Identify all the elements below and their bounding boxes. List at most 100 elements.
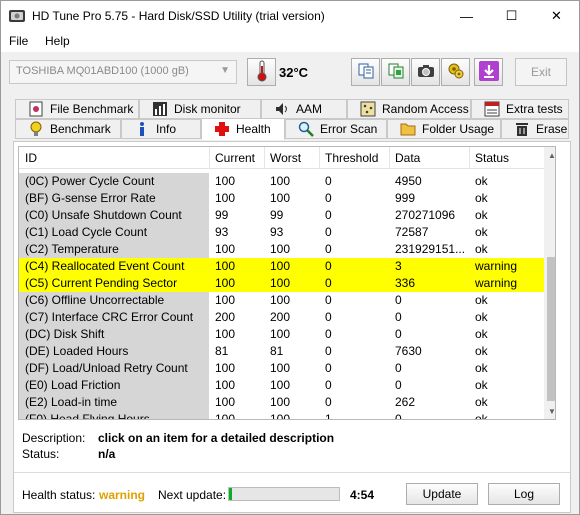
tab-file-benchmark[interactable]: File Benchmark [15, 99, 139, 119]
column-status[interactable]: Status [475, 151, 509, 165]
cell-threshold: 0 [325, 378, 332, 392]
drive-select-value: TOSHIBA MQ01ABD100 (1000 gB) [16, 65, 189, 77]
close-button[interactable]: ✕ [534, 1, 579, 31]
options-button[interactable] [441, 58, 470, 86]
table-row[interactable]: (E2) Load-in time 100 100 0 262 ok [19, 394, 544, 411]
cell-current: 100 [215, 327, 236, 341]
cell-current: 100 [215, 174, 236, 188]
table-row[interactable]: (C1) Load Cycle Count 93 93 0 72587 ok [19, 224, 544, 241]
scroll-down-icon[interactable]: ▼ [544, 403, 555, 419]
column-current[interactable]: Current [215, 151, 255, 165]
tab-disk-monitor[interactable]: Disk monitor [139, 99, 261, 119]
table-row[interactable]: (C0) Unsafe Shutdown Count 99 99 0 270271096… [19, 207, 544, 224]
tab-extra-tests[interactable]: Extra tests [471, 99, 569, 119]
column-divider[interactable] [264, 147, 265, 169]
table-row[interactable]: (C5) Current Pending Sector 100 100 0 336 war… [19, 275, 544, 292]
tab-error-scan[interactable]: Error Scan [285, 119, 387, 139]
column-threshold[interactable]: Threshold [325, 151, 378, 165]
table-row[interactable]: (C4) Reallocated Event Count 100 100 0 3 warn… [19, 258, 544, 275]
cell-data: 0 [395, 293, 402, 307]
tab-label: Erase [536, 122, 568, 136]
column-data[interactable]: Data [395, 151, 420, 165]
description-label: Description: [22, 431, 86, 445]
cell-id: (C6) Offline Uncorrectable [19, 292, 209, 309]
status-value: n/a [98, 447, 116, 461]
cell-threshold: 0 [325, 259, 332, 273]
drive-select[interactable]: TOSHIBA MQ01ABD100 (1000 gB) ▼ [9, 60, 237, 84]
column-divider[interactable] [389, 147, 390, 169]
cell-status: ok [475, 327, 488, 341]
smart-table[interactable]: ID Current Worst Threshold Data Status (… [18, 146, 556, 420]
cell-current: 99 [215, 208, 229, 222]
tab-health[interactable]: Health [201, 118, 285, 140]
copy-info-button[interactable] [351, 58, 380, 86]
cell-threshold: 0 [325, 395, 332, 409]
table-row[interactable]: (E0) Load Friction 100 100 0 0 ok [19, 377, 544, 394]
cell-status: ok [475, 191, 488, 205]
tab-folder-usage[interactable]: Folder Usage [387, 119, 501, 139]
tab-info[interactable]: Info [121, 119, 201, 139]
column-divider[interactable] [209, 147, 210, 169]
info-copy-icon [357, 62, 375, 83]
save-button[interactable] [474, 58, 503, 86]
column-divider[interactable] [469, 147, 470, 169]
cell-threshold: 0 [325, 208, 332, 222]
table-row[interactable]: (C2) Temperature 100 100 0 231929151... ok [19, 241, 544, 258]
cell-id: (BF) G-sense Error Rate [19, 190, 209, 207]
cell-status: warning [475, 259, 518, 273]
table-row[interactable]: (DE) Loaded Hours 81 81 0 7630 ok [19, 343, 544, 360]
column-divider[interactable] [319, 147, 320, 169]
log-button[interactable]: Log [488, 483, 560, 505]
cell-status: ok [475, 174, 488, 188]
maximize-icon: ☐ [505, 8, 518, 23]
tab-aam[interactable]: AAM [261, 99, 347, 119]
table-row[interactable]: (BF) G-sense Error Rate 100 100 0 999 ok [19, 190, 544, 207]
exit-button[interactable]: Exit [515, 58, 567, 86]
minimize-button[interactable]: — [444, 1, 489, 31]
tab-label: Benchmark [50, 122, 111, 136]
maximize-button[interactable]: ☐ [489, 1, 534, 31]
info-icon [134, 121, 150, 137]
menu-file[interactable]: File [9, 34, 28, 48]
tab-label: AAM [296, 102, 323, 116]
tab-random-access[interactable]: Random Access [347, 99, 471, 119]
table-header: ID Current Worst Threshold Data Status [19, 147, 544, 169]
temperature-button[interactable] [247, 58, 276, 86]
cell-data: 0 [395, 310, 402, 324]
table-row[interactable]: (C7) Interface CRC Error Count 200 200 0 0 ok [19, 309, 544, 326]
tab-erase[interactable]: Erase [501, 119, 569, 139]
exit-label: Exit [530, 65, 551, 79]
cell-status: ok [475, 412, 488, 420]
cell-id: (DE) Loaded Hours [19, 343, 209, 360]
column-worst[interactable]: Worst [270, 151, 301, 165]
cell-id: (C0) Unsafe Shutdown Count [19, 207, 209, 224]
table-row[interactable]: (F0) Head Flying Hours 100 100 1 0 ok [19, 411, 544, 420]
table-row[interactable]: (DC) Disk Shift 100 100 0 0 ok [19, 326, 544, 343]
tab-label: Random Access [382, 102, 469, 116]
update-button[interactable]: Update [406, 483, 478, 505]
table-row[interactable]: (DF) Load/Unload Retry Count 100 100 0 0 ok [19, 360, 544, 377]
copy-screenshot-button[interactable] [381, 58, 410, 86]
camera-icon [417, 63, 435, 82]
cell-worst: 100 [270, 327, 291, 341]
title-bar[interactable]: HD Tune Pro 5.75 - Hard Disk/SSD Utility… [1, 1, 579, 31]
cell-current: 100 [215, 412, 236, 420]
column-id[interactable]: ID [25, 151, 37, 165]
table-row[interactable]: (0C) Power Cycle Count 100 100 0 4950 ok [19, 173, 544, 190]
scroll-up-icon[interactable]: ▲ [544, 147, 555, 163]
cell-current: 100 [215, 361, 236, 375]
update-label: Update [422, 487, 462, 501]
screenshot-button[interactable] [411, 58, 440, 86]
menu-bar: File Help [1, 31, 579, 52]
cell-threshold: 0 [325, 242, 332, 256]
table-row[interactable]: (C6) Offline Uncorrectable 100 100 0 0 ok [19, 292, 544, 309]
scroll-thumb[interactable] [547, 257, 555, 401]
tab-benchmark[interactable]: Benchmark [15, 119, 121, 139]
extra-tests-icon [484, 101, 500, 117]
lightbulb-icon [28, 121, 44, 137]
cell-status: ok [475, 361, 488, 375]
menu-help[interactable]: Help [45, 34, 70, 48]
next-update-progress [228, 487, 340, 501]
cell-current: 100 [215, 395, 236, 409]
vertical-scrollbar[interactable]: ▲ ▼ [544, 147, 555, 419]
